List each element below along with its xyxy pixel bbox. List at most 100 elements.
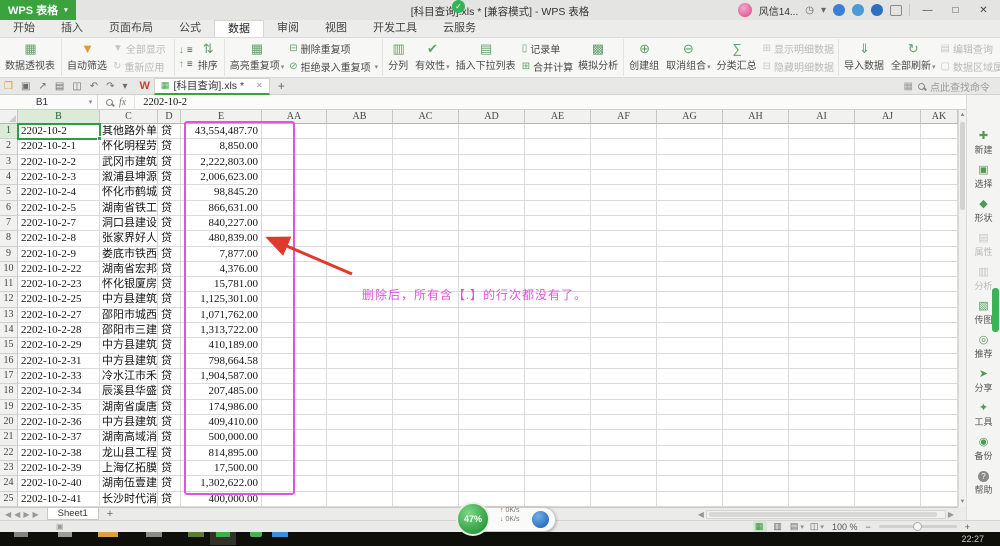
cell-empty[interactable]: [789, 430, 855, 445]
cell-empty[interactable]: [855, 369, 921, 384]
cell-empty[interactable]: [393, 308, 459, 323]
view-mode-icon[interactable]: ▤▾: [790, 521, 804, 532]
cell-empty[interactable]: [855, 216, 921, 231]
cell-empty[interactable]: [591, 308, 657, 323]
close-button[interactable]: ✕: [973, 5, 994, 16]
cell-empty[interactable]: [459, 262, 525, 277]
cell-empty[interactable]: [591, 124, 657, 139]
cell-empty[interactable]: [459, 461, 525, 476]
minimize-button[interactable]: —: [917, 5, 938, 16]
user-name[interactable]: 风信14...: [759, 3, 798, 18]
ribbon-button[interactable]: ▩模拟分析: [575, 42, 621, 73]
cell-empty[interactable]: [855, 492, 921, 507]
cell-d[interactable]: 贷: [158, 262, 181, 277]
cell-empty[interactable]: [459, 476, 525, 491]
column-header[interactable]: AK: [921, 110, 958, 124]
cell-empty[interactable]: [657, 415, 723, 430]
cell-d[interactable]: 贷: [158, 369, 181, 384]
cell-empty[interactable]: [657, 185, 723, 200]
sidebar-item[interactable]: ◎ 推荐: [967, 330, 1000, 364]
cell-empty[interactable]: [921, 415, 958, 430]
cell-empty[interactable]: [921, 262, 958, 277]
cell-empty[interactable]: [591, 247, 657, 262]
cell-c[interactable]: 怀化市鹤城区: [100, 185, 158, 200]
view-mode-icon[interactable]: ◫▾: [810, 521, 824, 532]
cell-b[interactable]: 2202-10-2-31: [18, 354, 100, 369]
row-header[interactable]: 24: [0, 476, 18, 491]
cell-empty[interactable]: [459, 415, 525, 430]
ribbon-button[interactable]: ▦数据透视表: [2, 42, 59, 73]
menu-tab[interactable]: 插入: [48, 20, 96, 37]
ribbon-small-button[interactable]: ⊞合并计算: [522, 59, 573, 74]
column-header[interactable]: AC: [393, 110, 459, 124]
cell-d[interactable]: 贷: [158, 185, 181, 200]
cell-empty[interactable]: [459, 155, 525, 170]
cell-empty[interactable]: [657, 124, 723, 139]
cell-empty[interactable]: [459, 201, 525, 216]
cell-empty[interactable]: [855, 292, 921, 307]
cell-empty[interactable]: [525, 185, 591, 200]
ribbon-button[interactable]: ⊖取消组合▾: [663, 42, 714, 73]
cell-empty[interactable]: [855, 231, 921, 246]
cell-empty[interactable]: [393, 415, 459, 430]
cell-empty[interactable]: [723, 476, 789, 491]
cell-empty[interactable]: [657, 201, 723, 216]
cell-empty[interactable]: [591, 170, 657, 185]
cell-empty[interactable]: [459, 231, 525, 246]
scroll-left-icon[interactable]: ◀: [698, 510, 704, 519]
cell-empty[interactable]: [327, 139, 393, 154]
ribbon-button[interactable]: ▤插入下拉列表: [453, 42, 520, 73]
cell-empty[interactable]: [525, 247, 591, 262]
cell-c[interactable]: 中方县建筑工: [100, 292, 158, 307]
cell-empty[interactable]: [855, 338, 921, 353]
row-header[interactable]: 16: [0, 354, 18, 369]
history-clock-icon[interactable]: ◷: [805, 5, 814, 16]
cell-b[interactable]: 2202-10-2-9: [18, 247, 100, 262]
ribbon-small-button[interactable]: ⊘拒绝录入重复项▾: [289, 59, 378, 74]
cell-empty[interactable]: [723, 201, 789, 216]
cell-empty[interactable]: [921, 369, 958, 384]
cell-empty[interactable]: [393, 384, 459, 399]
column-header[interactable]: AI: [789, 110, 855, 124]
cell-c[interactable]: 邵阳市三建筑: [100, 323, 158, 338]
row-header[interactable]: 19: [0, 400, 18, 415]
cell-empty[interactable]: [723, 247, 789, 262]
quick-access-icon[interactable]: ▤: [55, 81, 64, 92]
cell-empty[interactable]: [789, 262, 855, 277]
cell-empty[interactable]: [525, 369, 591, 384]
formula-input[interactable]: 2202-10-2: [135, 97, 187, 108]
cell-empty[interactable]: [855, 400, 921, 415]
sheet-nav-icon[interactable]: ▶: [32, 510, 38, 519]
name-box[interactable]: B1: [0, 97, 84, 108]
cell-empty[interactable]: [327, 446, 393, 461]
taskbar-app-icon[interactable]: [272, 532, 288, 537]
cell-empty[interactable]: [855, 354, 921, 369]
cell-empty[interactable]: [789, 201, 855, 216]
cell-empty[interactable]: [723, 185, 789, 200]
system-clock[interactable]: 22:27: [961, 534, 984, 544]
cell-d[interactable]: 贷: [158, 400, 181, 415]
cell-empty[interactable]: [789, 369, 855, 384]
cell-empty[interactable]: [921, 247, 958, 262]
cell-empty[interactable]: [855, 308, 921, 323]
cell-empty[interactable]: [789, 185, 855, 200]
cell-empty[interactable]: [393, 231, 459, 246]
cell-empty[interactable]: [789, 476, 855, 491]
cell-empty[interactable]: [855, 323, 921, 338]
cell-empty[interactable]: [591, 492, 657, 507]
row-header[interactable]: 12: [0, 292, 18, 307]
cell-b[interactable]: 2202-10-2-36: [18, 415, 100, 430]
ribbon-button[interactable]: ∑分类汇总: [714, 42, 761, 73]
cell-empty[interactable]: [789, 415, 855, 430]
column-header[interactable]: AH: [723, 110, 789, 124]
cell-empty[interactable]: [525, 201, 591, 216]
row-header[interactable]: 22: [0, 446, 18, 461]
cell-empty[interactable]: [591, 201, 657, 216]
cell-b[interactable]: 2202-10-2-25: [18, 292, 100, 307]
cell-empty[interactable]: [327, 170, 393, 185]
fx-icon[interactable]: fx: [119, 97, 126, 108]
cell-b[interactable]: 2202-10-2-33: [18, 369, 100, 384]
cell-d[interactable]: 贷: [158, 384, 181, 399]
ribbon-small-button[interactable]: ⊟删除重复项: [289, 41, 378, 56]
cell-b[interactable]: 2202-10-2-35: [18, 400, 100, 415]
